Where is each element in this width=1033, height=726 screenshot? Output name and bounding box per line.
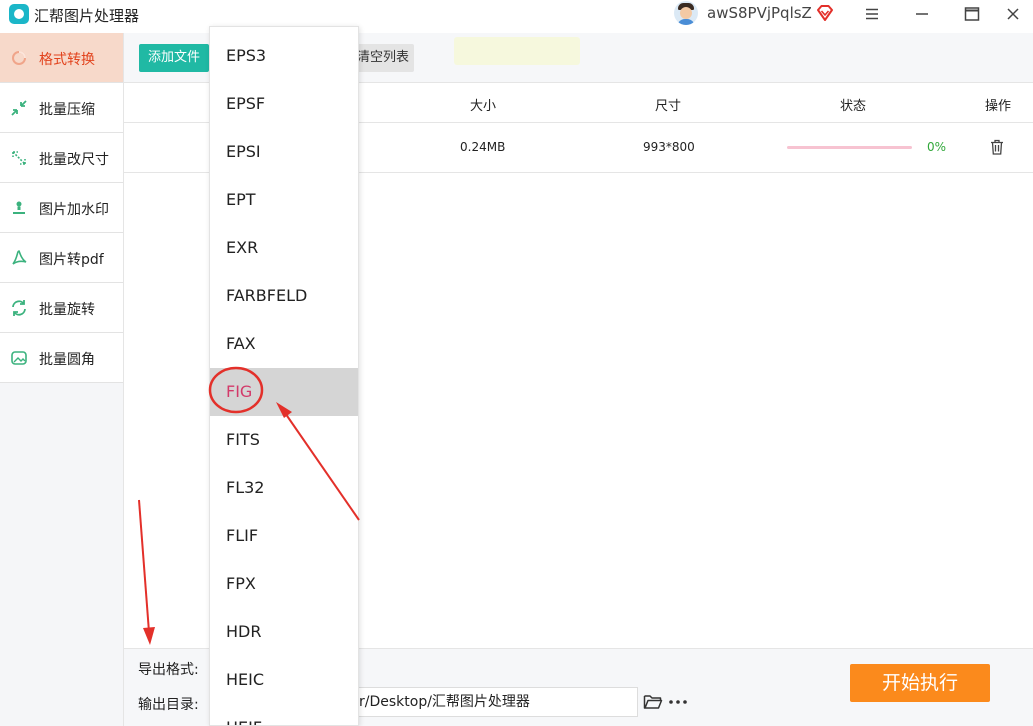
format-option[interactable]: EPS3 xyxy=(210,32,358,80)
maximize-button[interactable] xyxy=(952,0,992,28)
file-dimensions: 993*800 xyxy=(643,140,695,154)
export-format-label: 导出格式: xyxy=(138,662,199,678)
user-avatar[interactable] xyxy=(674,1,698,25)
minimize-button[interactable] xyxy=(902,0,942,28)
format-option[interactable]: FARBFELD xyxy=(210,272,358,320)
format-option[interactable]: EPSF xyxy=(210,80,358,128)
sidebar-item-pdf[interactable]: 图片转pdf xyxy=(0,233,123,283)
format-option[interactable]: FITS xyxy=(210,416,358,464)
format-dropdown-list[interactable]: EPS3 EPSF EPSI EPT EXR FARBFELD FAX FIG … xyxy=(209,26,359,726)
start-button[interactable]: 开始执行 xyxy=(850,664,990,702)
sidebar-item-label: 批量压缩 xyxy=(39,102,95,118)
sidebar: 格式转换 批量压缩 批量改尺寸 图片加水印 图片转pdf 批量旋转 批量圆角 xyxy=(0,33,124,726)
format-convert-icon xyxy=(12,51,26,65)
column-header-dimensions: 尺寸 xyxy=(655,99,682,114)
column-header-status: 状态 xyxy=(840,99,867,114)
sidebar-item-watermark[interactable]: 图片加水印 xyxy=(0,183,123,233)
sidebar-item-label: 格式转换 xyxy=(39,52,95,68)
close-button[interactable] xyxy=(993,0,1033,28)
folder-open-icon[interactable] xyxy=(643,693,663,711)
format-option[interactable]: FLIF xyxy=(210,512,358,560)
format-option-selected[interactable]: FIG xyxy=(210,368,358,416)
add-file-button[interactable]: 添加文件 xyxy=(139,44,209,72)
sidebar-item-label: 批量旋转 xyxy=(39,302,95,318)
annotation-arrow-head-2 xyxy=(143,627,155,645)
format-option[interactable]: HEIC xyxy=(210,656,358,704)
format-option[interactable]: FL32 xyxy=(210,464,358,512)
format-option[interactable]: FPX xyxy=(210,560,358,608)
format-option[interactable]: HEIF xyxy=(210,704,358,725)
format-option[interactable]: HDR xyxy=(210,608,358,656)
format-option[interactable]: EXR xyxy=(210,224,358,272)
rounded-corner-icon xyxy=(11,351,27,365)
column-header-actions: 操作 xyxy=(985,99,1012,114)
app-title: 汇帮图片处理器 xyxy=(34,7,140,25)
more-options-icon[interactable] xyxy=(668,693,688,711)
app-logo-icon xyxy=(9,4,29,24)
minimize-icon xyxy=(916,13,928,15)
output-dir-input[interactable]: r/Desktop/汇帮图片处理器 xyxy=(358,687,638,717)
file-size: 0.24MB xyxy=(460,140,506,154)
trash-icon[interactable] xyxy=(990,139,1004,155)
sidebar-item-resize[interactable]: 批量改尺寸 xyxy=(0,133,123,183)
sidebar-item-compress[interactable]: 批量压缩 xyxy=(0,83,123,133)
format-option[interactable]: EPT xyxy=(210,176,358,224)
format-option[interactable]: FAX xyxy=(210,320,358,368)
rotate-icon xyxy=(12,300,26,316)
sidebar-item-format-convert[interactable]: 格式转换 xyxy=(0,33,123,83)
compress-icon xyxy=(11,100,27,116)
output-dir-label: 输出目录: xyxy=(138,697,199,713)
annotation-arrow-line-2 xyxy=(138,499,150,633)
format-option[interactable]: EPSI xyxy=(210,128,358,176)
close-icon xyxy=(1007,8,1019,20)
sidebar-item-rounded-corner[interactable]: 批量圆角 xyxy=(0,333,123,383)
pdf-icon xyxy=(12,250,27,265)
title-bar: 汇帮图片处理器 awS8PVjPqlsZ xyxy=(0,0,1033,28)
hamburger-menu-icon xyxy=(866,8,878,20)
maximize-icon xyxy=(964,7,980,21)
username[interactable]: awS8PVjPqlsZ xyxy=(707,4,812,22)
blurred-banner xyxy=(454,37,580,65)
resize-icon xyxy=(12,151,26,165)
sidebar-item-rotate[interactable]: 批量旋转 xyxy=(0,283,123,333)
column-header-size: 大小 xyxy=(470,99,497,114)
vip-diamond-icon[interactable] xyxy=(815,3,835,23)
clear-list-button[interactable]: 清空列表 xyxy=(352,44,414,72)
sidebar-item-label: 图片转pdf xyxy=(39,252,104,268)
menu-button[interactable] xyxy=(852,0,892,28)
progress-percent: 0% xyxy=(927,140,947,154)
sidebar-item-label: 批量圆角 xyxy=(39,352,95,368)
sidebar-item-label: 图片加水印 xyxy=(39,202,109,218)
progress-bar xyxy=(787,146,912,149)
watermark-icon xyxy=(13,201,25,214)
sidebar-item-label: 批量改尺寸 xyxy=(39,152,109,168)
